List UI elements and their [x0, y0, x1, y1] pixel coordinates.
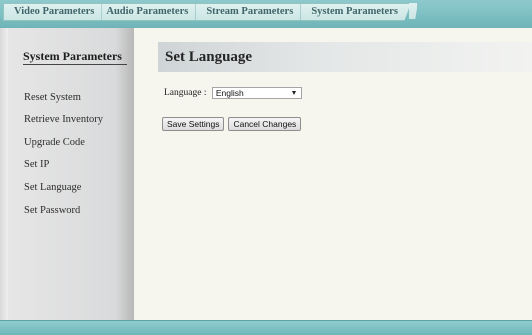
sidebar-item-retrieve-inventory[interactable]: Retrieve Inventory [24, 114, 103, 125]
tab-system-parameters[interactable]: System Parameters [300, 3, 411, 21]
sidebar-item-reset-system[interactable]: Reset System [24, 92, 81, 103]
page-header: Set Language [158, 42, 532, 72]
sidebar-item-set-language[interactable]: Set Language [24, 182, 81, 193]
sidebar: System Parameters Reset System Retrieve … [8, 28, 134, 320]
sidebar-item-upgrade-code[interactable]: Upgrade Code [24, 137, 85, 148]
action-buttons: Save Settings Cancel Changes [162, 117, 302, 131]
tab-strip: Video Parameters Audio Parameters Stream… [3, 3, 418, 21]
sidebar-title: System Parameters [23, 50, 127, 65]
sidebar-item-set-ip[interactable]: Set IP [24, 159, 49, 170]
tab-strip-end [408, 3, 418, 19]
language-row: Language : English [164, 86, 302, 100]
tab-video-parameters[interactable]: Video Parameters [3, 3, 108, 21]
language-select-value: English [215, 88, 244, 98]
top-tab-bar: Video Parameters Audio Parameters Stream… [0, 0, 532, 29]
dropdown-arrow-icon [291, 91, 296, 95]
tab-audio-parameters[interactable]: Audio Parameters [101, 3, 202, 21]
cancel-changes-button[interactable]: Cancel Changes [228, 117, 302, 131]
tab-stream-parameters[interactable]: Stream Parameters [195, 3, 307, 21]
page-title: Set Language [165, 49, 253, 65]
language-select[interactable]: English [211, 87, 302, 99]
sidebar-item-set-password[interactable]: Set Password [24, 205, 80, 216]
bottom-bar [0, 320, 532, 335]
save-settings-button[interactable]: Save Settings [162, 117, 225, 131]
left-edge [0, 28, 8, 320]
language-label: Language : [164, 88, 209, 98]
